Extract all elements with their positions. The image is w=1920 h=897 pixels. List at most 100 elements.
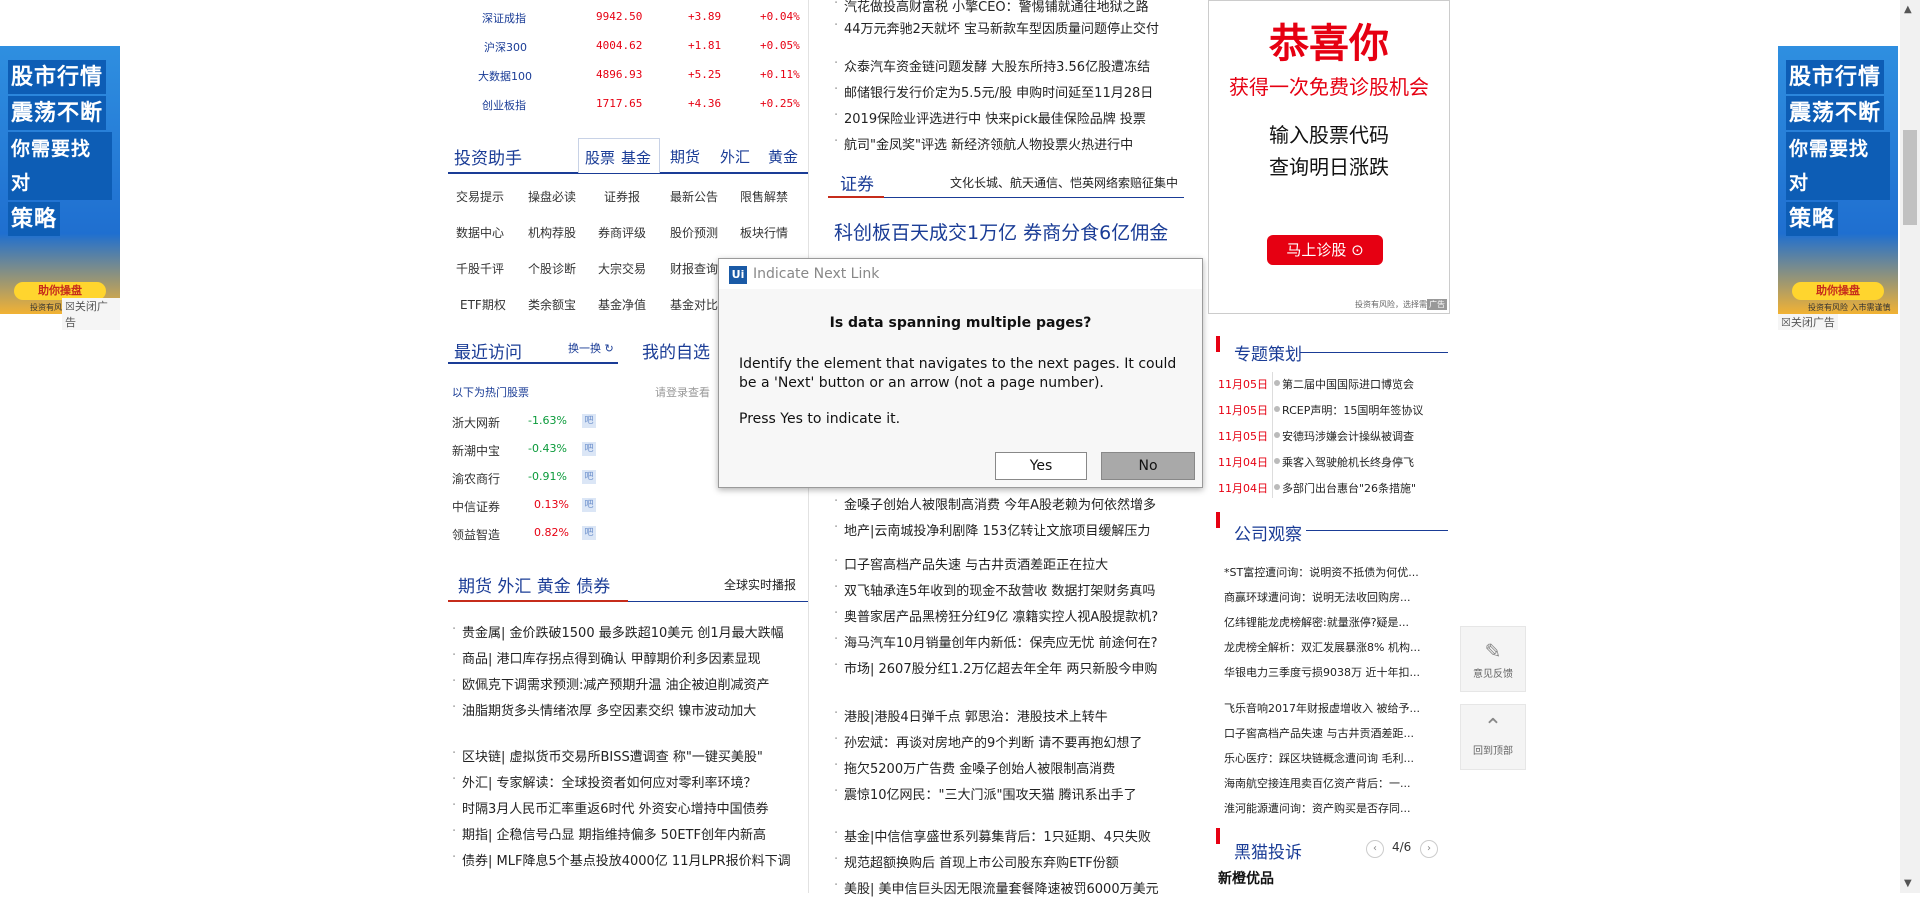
observe-title[interactable]: 公司观察 (1234, 520, 1302, 545)
assistant-link[interactable]: 财报查询 (670, 260, 718, 277)
news-link[interactable]: 双飞轴承连5年收到的现金不敌营收 数据打架财务真吗 (834, 580, 1155, 599)
index-name[interactable]: 创业板指 (482, 97, 526, 113)
tab-gold[interactable]: 黄金 (768, 146, 798, 167)
tab-funds[interactable]: 基金 (621, 147, 651, 168)
news-link[interactable]: 美股| 美申信巨头因无限流量套餐降速被罚6000万美元 (834, 878, 1159, 897)
news-link[interactable]: 地产|云南城投净利剧降 153亿转让文旅项目缓解压力 (834, 520, 1150, 539)
news-link[interactable]: 基金|中信信享盛世系列募集背后：1只延期、4只失败 (834, 826, 1151, 845)
stock-bar-link[interactable]: 吧 (582, 526, 596, 540)
scroll-down-arrow-icon[interactable]: ▼ (1904, 878, 1912, 889)
news-link[interactable]: 油脂期货多头情绪浓厚 多空因素交织 镍市波动加大 (452, 700, 756, 719)
assistant-link[interactable]: 机构荐股 (528, 224, 576, 241)
diagnose-button[interactable]: 马上诊股 ⊙ (1267, 235, 1383, 265)
stock-row[interactable]: 渝农商行 -0.91% 吧 (452, 466, 616, 494)
stock-bar-link[interactable]: 吧 (582, 470, 596, 484)
tab-forex[interactable]: 外汇 (720, 146, 750, 167)
assistant-link[interactable]: ETF期权 (460, 296, 506, 313)
left-side-ad[interactable]: 股市行情 震荡不断 你需要找对 策略 助你操盘 投资有风险 入市需谨慎 ☒关闭广… (0, 46, 120, 330)
headline-link[interactable]: 科创板百天成交1万亿 券商分食6亿佣金 (834, 218, 1168, 245)
news-link[interactable]: 震惊10亿网民："三大门派"围攻天猫 腾讯系出手了 (834, 784, 1137, 803)
news-link[interactable]: 孙宏斌：再谈对房地产的9个判断 请不要再抱幻想了 (834, 732, 1142, 751)
stock-name[interactable]: 中信证券 (452, 498, 500, 515)
assistant-link[interactable]: 股价预测 (670, 224, 718, 241)
news-link[interactable]: 市场| 2607股分红1.2万亿超去年全年 两只新股今申购 (834, 658, 1157, 677)
assistant-link[interactable]: 类余额宝 (528, 296, 576, 313)
index-name[interactable]: 深证成指 (482, 10, 526, 26)
assistant-link[interactable]: 限售解禁 (740, 188, 788, 205)
switch-button[interactable]: 换一换 ↻ (568, 340, 614, 356)
complaints-title[interactable]: 黑猫投诉 (1234, 838, 1302, 863)
news-link[interactable]: 期指| 企稳信号凸显 期指维持偏多 50ETF创年内新高 (452, 824, 766, 843)
news-link[interactable]: 港股|港股4日弹千点 郭思治：港股技术上转牛 (834, 706, 1108, 725)
tab-futures[interactable]: 期货 (670, 146, 700, 167)
news-link[interactable]: 贵金属| 金价跌破1500 最多跌超10美元 创1月最大跌幅 (452, 622, 784, 641)
news-link[interactable]: 债券| MLF降息5个基点投放4000亿 11月LPR报价料下调 (452, 850, 791, 869)
assistant-link[interactable]: 个股诊断 (528, 260, 576, 277)
observe-link[interactable]: 商赢环球遭问询：说明无法收回购房... (1224, 589, 1448, 605)
index-name[interactable]: 沪深300 (484, 39, 527, 55)
stock-bar-link[interactable]: 吧 (582, 442, 596, 456)
securities-title[interactable]: 证券 (840, 170, 874, 195)
observe-link[interactable]: 乐心医疗：踩区块链概念遭问询 毛利... (1224, 750, 1448, 766)
stock-name[interactable]: 新潮中宝 (452, 442, 500, 459)
stock-name[interactable]: 浙大网新 (452, 414, 500, 431)
topics-title[interactable]: 专题策划 (1234, 340, 1302, 365)
assistant-link[interactable]: 板块行情 (740, 224, 788, 241)
news-link[interactable]: 邮储银行发行价定为5.5元/股 申购时间延至11月28日 (834, 82, 1153, 101)
assistant-link[interactable]: 交易提示 (456, 188, 504, 205)
observe-link[interactable]: 淮河能源遭问询：资产购买是否存同... (1224, 800, 1448, 816)
assistant-link[interactable]: 大宗交易 (598, 260, 646, 277)
index-row[interactable]: 创业板指 1717.65 +4.36 +0.25% (452, 91, 808, 119)
observe-link[interactable]: *ST富控遭问询：说明资不抵债为何优... (1224, 564, 1448, 580)
news-link[interactable]: 航司"金凤奖"评选 新经济领航人物投票火热进行中 (834, 134, 1133, 153)
stock-name[interactable]: 领益智造 (452, 526, 500, 543)
assistant-link[interactable]: 数据中心 (456, 224, 504, 241)
assistant-link[interactable]: 基金对比 (670, 296, 718, 313)
side-ad-button[interactable]: 助你操盘 (1792, 282, 1884, 300)
close-ad-button[interactable]: ☒关闭广告 (1778, 314, 1838, 330)
news-link[interactable]: 商品| 港口库存拐点得到确认 甲醇期价利多因素显现 (452, 648, 761, 667)
assistant-link[interactable]: 操盘必读 (528, 188, 576, 205)
index-row[interactable]: 沪深300 4004.62 +1.81 +0.05% (452, 33, 808, 61)
observe-link[interactable]: 龙虎榜全解析：双汇发展暴涨8% 机构... (1224, 639, 1448, 655)
tab-stocks[interactable]: 股票 (585, 147, 615, 168)
news-link[interactable]: 拖欠5200万广告费 金嗓子创始人被限制高消费 (834, 758, 1115, 777)
news-link[interactable]: 44万元奔驰2天就坏 宝马新款车型因质量问题停止交付 (834, 18, 1159, 37)
feedback-button[interactable]: ✎ 意见反馈 (1460, 626, 1526, 692)
yes-button[interactable]: Yes (995, 452, 1087, 480)
close-ad-button[interactable]: ☒关闭广告 (62, 298, 120, 330)
news-link[interactable]: 外汇| 专家解读：全球投资者如何应对零利率环境？ (452, 772, 756, 791)
index-row[interactable]: 深证成指 9942.50 +3.89 +0.04% (452, 4, 808, 32)
back-to-top-button[interactable]: ⌃ 回到顶部 (1460, 704, 1526, 770)
diagnosis-ad[interactable]: 恭喜你 获得一次免费诊股机会 输入股票代码 查询明日涨跌 马上诊股 ⊙ 投资有风… (1208, 0, 1450, 314)
observe-link[interactable]: 口子窖高档产品失速 与古井贡酒差距... (1224, 725, 1448, 741)
favorites-title[interactable]: 我的自选 (642, 338, 710, 363)
stock-row[interactable]: 新潮中宝 -0.43% 吧 (452, 438, 616, 466)
stock-row[interactable]: 浙大网新 -1.63% 吧 (452, 410, 616, 438)
global-broadcast-link[interactable]: 全球实时播报 (724, 576, 796, 593)
scroll-up-arrow-icon[interactable]: ▲ (1904, 4, 1912, 15)
index-row[interactable]: 大数据100 4896.93 +5.25 +0.11% (452, 62, 808, 90)
stock-row[interactable]: 中信证券 0.13% 吧 (452, 494, 616, 522)
prev-page-button[interactable]: ‹ (1366, 840, 1384, 858)
topic-link[interactable]: RCEP声明：15国明年签协议 (1282, 402, 1423, 418)
observe-link[interactable]: 亿纬锂能龙虎榜解密:就量涨停?疑是... (1224, 614, 1448, 630)
topic-link[interactable]: 乘客入驾驶舱机长终身停飞 (1282, 454, 1414, 470)
observe-link[interactable]: 海南航空接连甩卖百亿资产背后：一... (1224, 775, 1448, 791)
no-button[interactable]: No (1101, 452, 1195, 480)
observe-link[interactable]: 华银电力三季度亏损9038万 近十年扣... (1224, 664, 1448, 680)
news-link[interactable]: 2019保险业评选进行中 快来pick最佳保险品牌 投票 (834, 108, 1146, 127)
news-link[interactable]: 海马汽车10月销量创年内新低：保壳应无忧 前途何在? (834, 632, 1158, 651)
topic-link[interactable]: 安德玛涉嫌会计操纵被调查 (1282, 428, 1414, 444)
topic-link[interactable]: 第二届中国国际进口博览会 (1282, 376, 1414, 392)
scroll-thumb[interactable] (1903, 130, 1917, 225)
topic-link[interactable]: 多部门出台惠台"26条措施" (1282, 480, 1416, 496)
securities-links[interactable]: 文化长城、航天通信、恺英网络索赔征集中 (950, 174, 1178, 191)
assistant-link[interactable]: 基金净值 (598, 296, 646, 313)
stock-name[interactable]: 渝农商行 (452, 470, 500, 487)
news-link[interactable]: 汽花做投高财富税 小擎CEO：警惕铺就通往地狱之路 (834, 0, 1149, 15)
next-page-button[interactable]: › (1420, 840, 1438, 858)
stock-row[interactable]: 领益智造 0.82% 吧 (452, 522, 616, 550)
assistant-link[interactable]: 证券报 (604, 188, 640, 205)
news-link[interactable]: 口子窖高档产品失速 与古井贡酒差距正在拉大 (834, 554, 1108, 573)
